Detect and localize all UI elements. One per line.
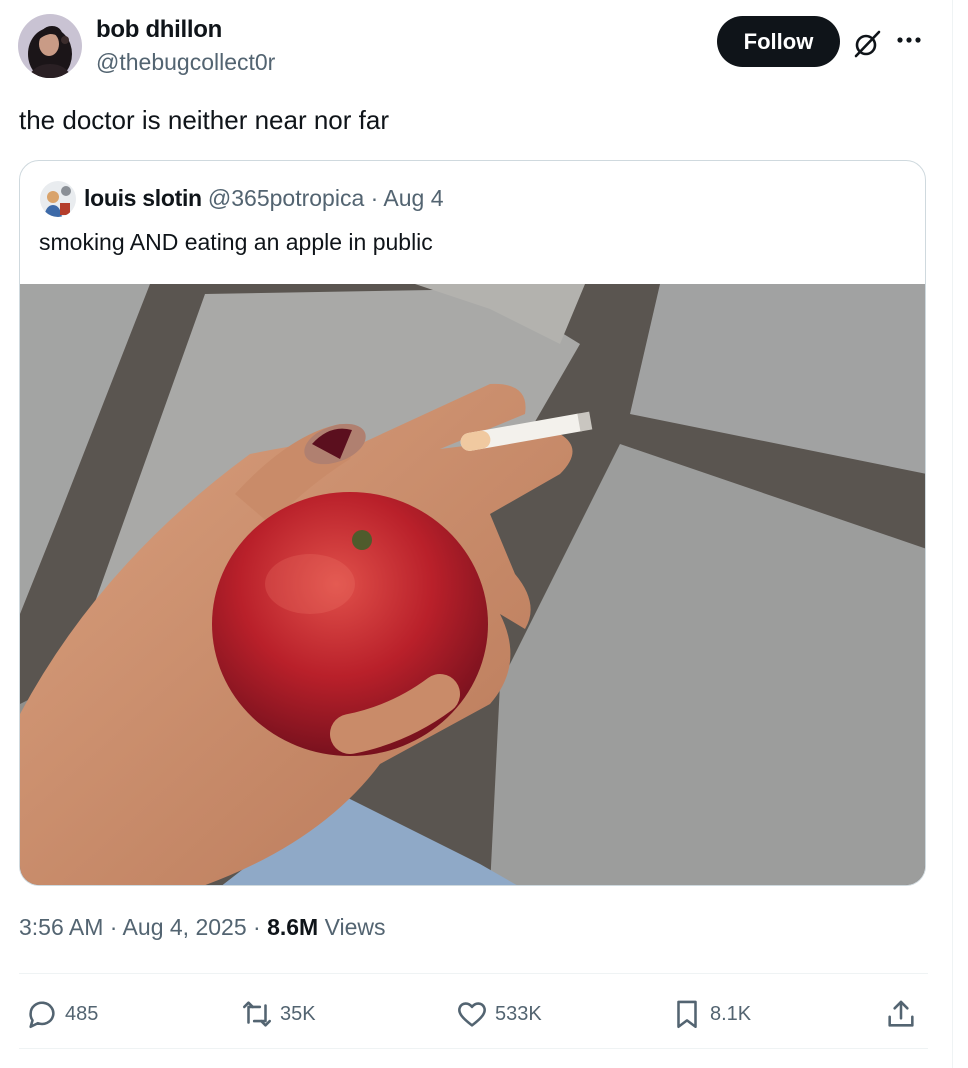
reply-count: 485 — [65, 1002, 99, 1025]
bookmark-button[interactable]: 8.1K — [670, 994, 751, 1034]
tweet-text: the doctor is neither near nor far — [19, 105, 389, 135]
quoted-author-handle-date[interactable]: @365potropica · Aug 4 — [208, 185, 444, 211]
column-border — [952, 0, 953, 1068]
quoted-tweet-photo[interactable] — [20, 284, 925, 885]
repost-count: 35K — [280, 1002, 316, 1025]
repost-button[interactable]: 35K — [240, 994, 316, 1034]
views-label: Views — [318, 914, 386, 940]
heart-icon — [458, 1002, 486, 1027]
author-handle[interactable]: @thebugcollect0r — [96, 49, 275, 76]
divider-bottom — [19, 1048, 928, 1049]
bookmark-count: 8.1K — [710, 1002, 752, 1025]
share-button[interactable] — [884, 994, 924, 1034]
author-name[interactable]: bob dhillon — [96, 16, 222, 44]
more-dots-icon[interactable] — [892, 27, 926, 53]
author-avatar[interactable] — [18, 14, 82, 78]
tweet-meta: 3:56 AM · Aug 4, 2025 · 8.6M Views — [19, 914, 386, 941]
tweet-timestamp[interactable]: 3:56 AM · Aug 4, 2025 · — [19, 914, 267, 940]
divider-top — [19, 973, 928, 974]
quoted-tweet-text: smoking AND eating an apple in public — [39, 229, 433, 255]
quoted-tweet-card[interactable]: louis slotin @365potropica · Aug 4 smoki… — [19, 160, 926, 886]
quoted-author-line[interactable]: louis slotin @365potropica · Aug 4 — [84, 185, 444, 212]
reply-button[interactable]: 485 — [25, 994, 98, 1034]
share-icon — [888, 1000, 914, 1027]
repost-icon — [242, 1001, 272, 1027]
reply-icon — [29, 1001, 55, 1029]
views-count: 8.6M — [267, 914, 319, 940]
quoted-author-avatar[interactable] — [40, 181, 76, 217]
bookmark-icon — [677, 1000, 697, 1029]
quoted-author-name[interactable]: louis slotin — [84, 185, 202, 211]
like-count: 533K — [495, 1002, 542, 1025]
like-button[interactable]: 533K — [455, 994, 542, 1034]
grok-slash-icon[interactable] — [850, 27, 884, 61]
follow-button[interactable]: Follow — [717, 16, 840, 67]
